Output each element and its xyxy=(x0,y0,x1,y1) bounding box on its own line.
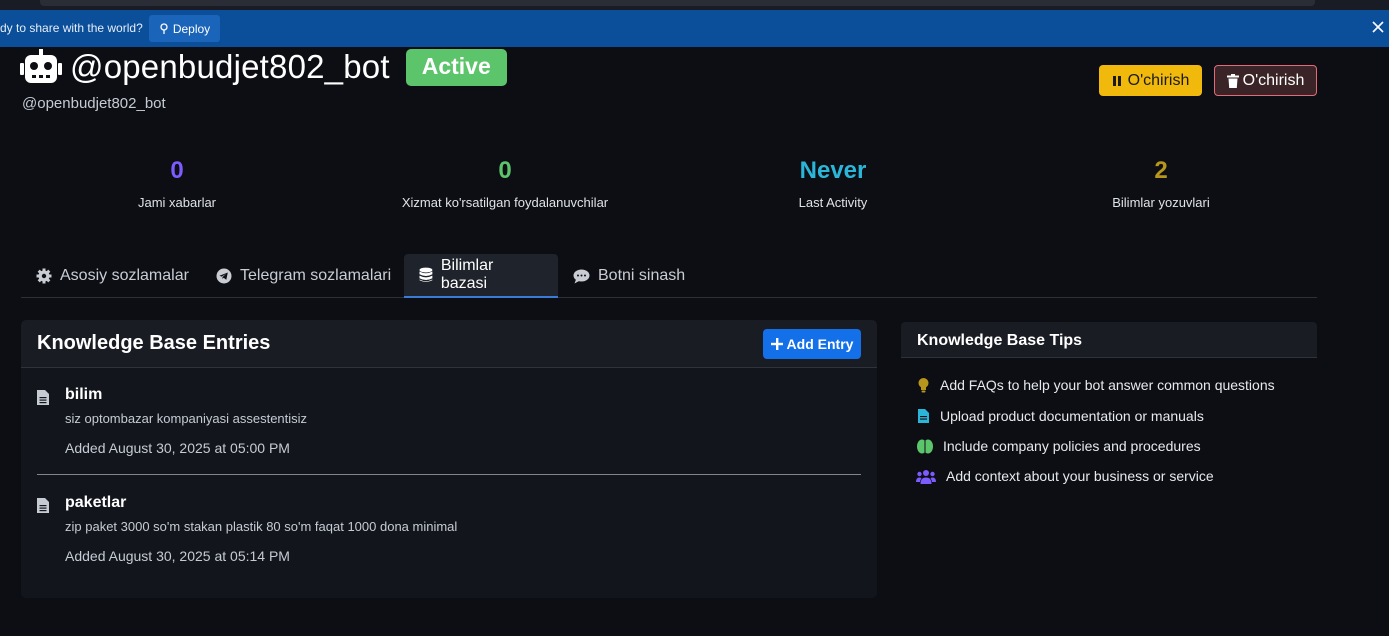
tip-text: Add context about your business or servi… xyxy=(946,468,1214,484)
document-icon xyxy=(916,408,930,424)
tip-item: Add FAQs to help your bot answer common … xyxy=(916,377,1275,393)
entry-description: zip paket 3000 so'm stakan plastik 80 so… xyxy=(65,519,458,534)
plus-icon xyxy=(770,338,783,350)
stat-label: Xizmat ko'rsatilgan foydalanuvchilar xyxy=(401,195,609,210)
tab-telegram-settings[interactable]: Telegram sozlamalari xyxy=(201,254,406,298)
gear-icon xyxy=(36,268,52,284)
delete-button[interactable]: O'chirish xyxy=(1214,65,1317,96)
chat-icon xyxy=(573,269,590,283)
deploy-message: dy to share with the world? xyxy=(0,21,143,35)
tips-panel-header: Knowledge Base Tips xyxy=(901,322,1317,358)
address-bar[interactable] xyxy=(40,0,1315,6)
panel-header: Knowledge Base Entries Add Entry xyxy=(21,320,877,368)
stat-label: Jami xabarlar xyxy=(137,195,217,210)
entry-date: Added August 30, 2025 at 05:14 PM xyxy=(65,548,290,564)
bot-username: @openbudjet802_bot xyxy=(22,95,166,112)
tab-knowledge-base[interactable]: Bilimlar bazasi xyxy=(404,254,558,298)
tip-text: Add FAQs to help your bot answer common … xyxy=(940,377,1275,393)
users-icon xyxy=(916,468,936,484)
deploy-label: Deploy xyxy=(172,21,211,36)
entry-description: siz optombazar kompaniyasi assestentisiz xyxy=(65,411,308,426)
close-icon[interactable] xyxy=(1369,18,1387,36)
tip-item: Upload product documentation or manuals xyxy=(916,408,1204,424)
add-entry-label: Add Entry xyxy=(786,336,854,352)
entry-divider xyxy=(37,474,861,475)
stat-value: 0 xyxy=(498,157,512,184)
tab-general-settings[interactable]: Asosiy sozlamalar xyxy=(21,254,204,298)
panel-title: Knowledge Base Entries xyxy=(37,332,271,354)
pause-label: O'chirish xyxy=(1127,71,1190,89)
entry-title: paketlar xyxy=(65,494,127,511)
telegram-icon xyxy=(216,268,232,284)
knowledge-base-panel: Knowledge Base Entries Add Entry bilim s… xyxy=(21,320,877,598)
tip-text: Upload product documentation or manuals xyxy=(940,408,1204,424)
database-icon xyxy=(419,267,433,282)
brain-icon xyxy=(916,438,933,454)
robot-icon xyxy=(20,49,62,83)
deploy-banner: dy to share with the world? Deploy xyxy=(0,10,1389,47)
tab-label: Botni sinash xyxy=(598,267,686,284)
stat-knowledge-entries: 2 Bilimlar yozuvlari xyxy=(1011,155,1311,210)
bot-header: @openbudjet802_bot Active xyxy=(20,46,507,88)
document-icon xyxy=(37,390,49,405)
tab-bar: Asosiy sozlamalar Telegram sozlamalari B… xyxy=(21,254,1317,298)
delete-label: O'chirish xyxy=(1242,71,1305,89)
tab-label: Bilimlar bazasi xyxy=(440,257,494,292)
trash-icon xyxy=(1226,73,1239,88)
tab-label: Asosiy sozlamalar xyxy=(60,267,189,284)
deploy-icon xyxy=(160,22,168,34)
pause-icon xyxy=(1112,75,1121,86)
tip-item: Add context about your business or servi… xyxy=(916,468,1214,484)
lightbulb-icon xyxy=(916,377,930,393)
document-icon xyxy=(37,498,49,513)
tab-test-bot[interactable]: Botni sinash xyxy=(558,254,700,298)
stat-total-messages: 0 Jami xabarlar xyxy=(27,155,327,210)
add-entry-button[interactable]: Add Entry xyxy=(763,329,861,359)
browser-top-strip xyxy=(0,0,1389,10)
tab-label: Telegram sozlamalari xyxy=(240,267,392,284)
stat-served-users: 0 Xizmat ko'rsatilgan foydalanuvchilar xyxy=(355,155,655,210)
stat-value: 0 xyxy=(170,157,184,184)
entry-title: bilim xyxy=(65,386,103,403)
page-title: @openbudjet802_bot xyxy=(70,48,390,85)
deploy-button[interactable]: Deploy xyxy=(149,15,220,42)
stat-label: Bilimlar yozuvlari xyxy=(1112,195,1210,210)
status-badge: Active xyxy=(405,48,507,86)
pause-button[interactable]: O'chirish xyxy=(1099,65,1202,96)
entry-date: Added August 30, 2025 at 05:00 PM xyxy=(65,440,290,456)
stat-value: Never xyxy=(799,157,867,184)
stat-label: Last Activity xyxy=(798,195,868,210)
stat-last-activity: Never Last Activity xyxy=(683,155,983,210)
tips-title: Knowledge Base Tips xyxy=(917,332,1083,349)
stat-value: 2 xyxy=(1154,157,1168,184)
tip-item: Include company policies and procedures xyxy=(916,438,1201,454)
tip-text: Include company policies and procedures xyxy=(943,438,1201,454)
